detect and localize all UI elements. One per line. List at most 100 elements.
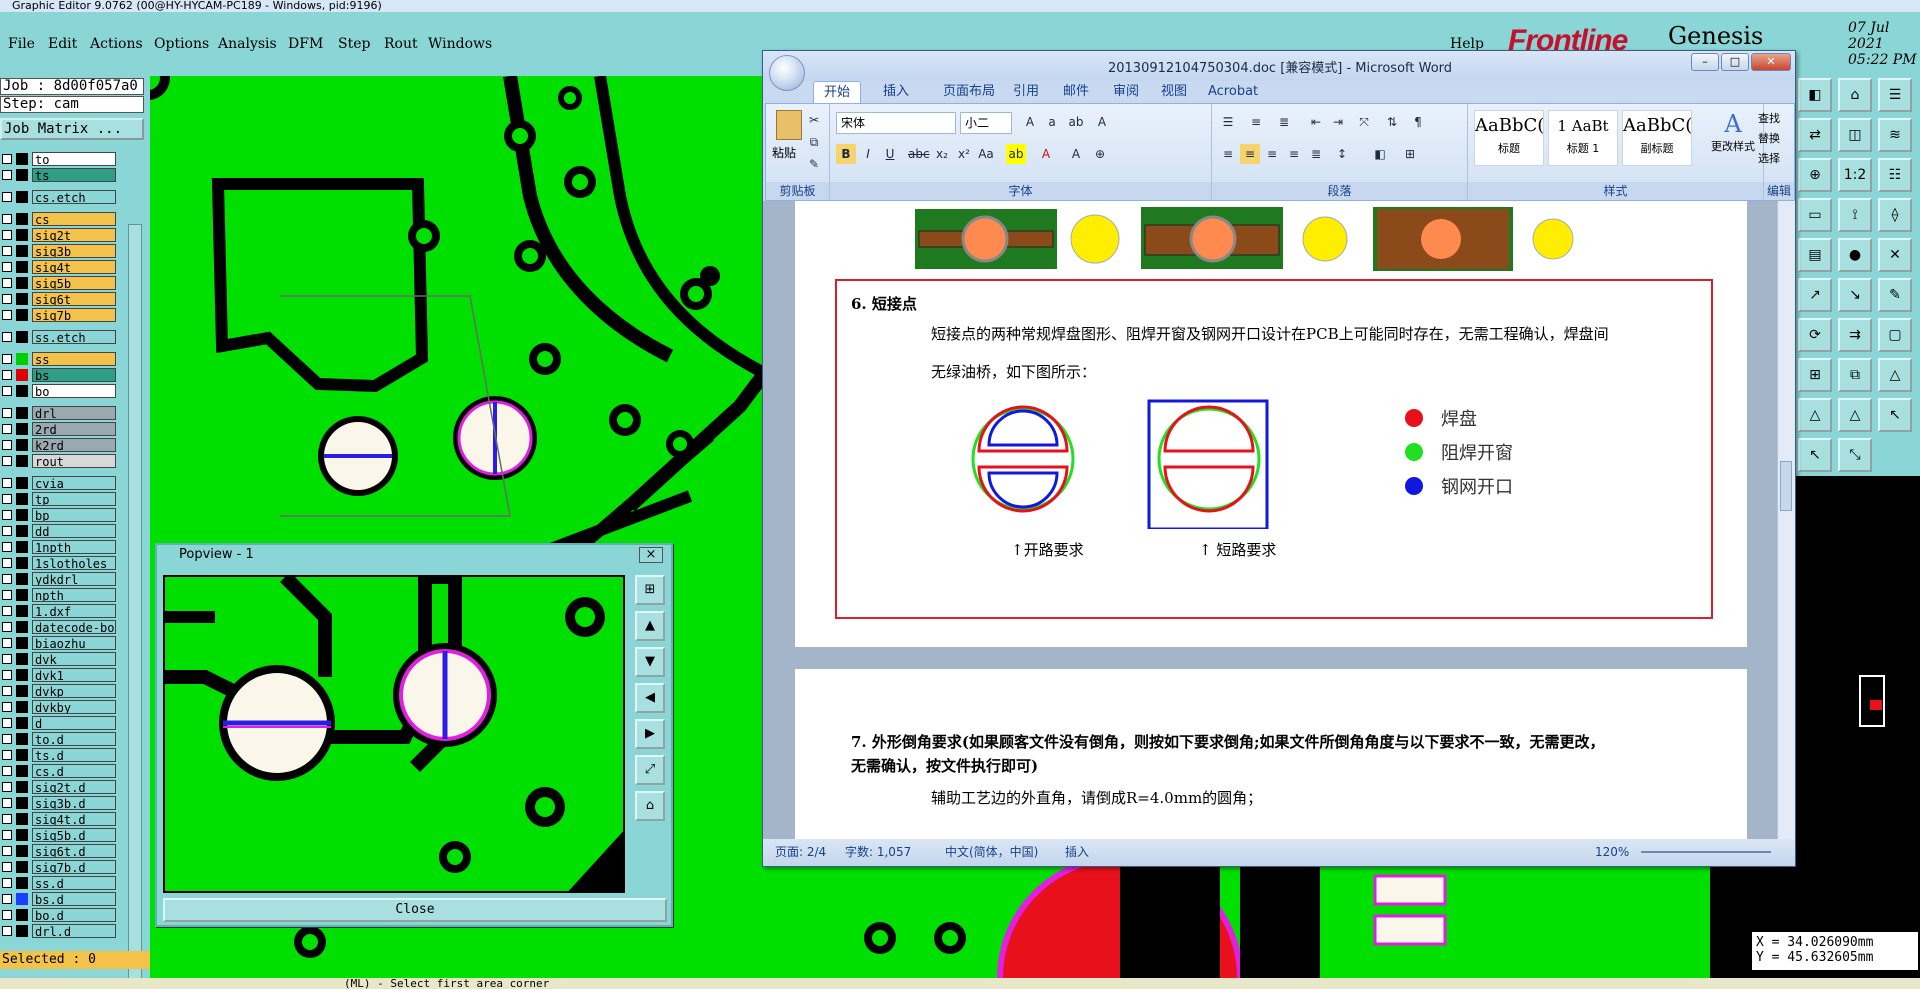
layer-color-swatch[interactable] — [16, 685, 28, 697]
underline-icon[interactable]: U — [880, 144, 900, 164]
font-size-select[interactable]: 小二 — [960, 112, 1012, 134]
justify-icon[interactable]: ≡ — [1284, 144, 1304, 164]
bold-icon[interactable]: B — [836, 144, 856, 164]
layer-checkbox[interactable] — [2, 910, 12, 920]
layer-checkbox[interactable] — [2, 440, 12, 450]
layer-name[interactable]: sig5b.d — [32, 828, 116, 842]
layer-row[interactable]: dvkby — [0, 700, 118, 714]
layer-name[interactable]: tp — [32, 492, 116, 506]
layer-name[interactable]: 1npth — [32, 540, 116, 554]
layer-color-swatch[interactable] — [16, 493, 28, 505]
layer-checkbox[interactable] — [2, 606, 12, 616]
layer-row[interactable]: dvkp — [0, 684, 118, 698]
layer-name[interactable]: biaozhu — [32, 636, 116, 650]
rect-icon[interactable]: ▭ — [1798, 198, 1832, 232]
format-painter-icon[interactable]: ✎ — [804, 154, 824, 174]
layer-row[interactable]: sig7b — [0, 308, 118, 322]
layer-row[interactable]: cvia — [0, 476, 118, 490]
layer-row[interactable]: bo — [0, 384, 118, 398]
tab-home[interactable]: 开始 — [813, 81, 862, 103]
layer-color-swatch[interactable] — [16, 653, 28, 665]
layer-color-swatch[interactable] — [16, 557, 28, 569]
layer-name[interactable]: cs.d — [32, 764, 116, 778]
multilevel-icon[interactable]: ≣ — [1274, 112, 1294, 132]
layer-checkbox[interactable] — [2, 894, 12, 904]
layer-color-swatch[interactable] — [16, 169, 28, 181]
increase-indent-icon[interactable]: ⇥ — [1328, 112, 1348, 132]
highlight-icon[interactable]: ab — [1006, 144, 1026, 164]
popview-pan-left-icon[interactable]: ◀ — [635, 683, 665, 713]
arc-icon[interactable]: ↗ — [1798, 278, 1832, 312]
layer-checkbox[interactable] — [2, 354, 12, 364]
layer-name[interactable]: 2rd — [32, 422, 116, 436]
subscript-icon[interactable]: x₂ — [932, 144, 952, 164]
layer-checkbox[interactable] — [2, 332, 12, 342]
grow-font-icon[interactable]: A — [1020, 112, 1040, 132]
layer-checkbox[interactable] — [2, 590, 12, 600]
layer-color-swatch[interactable] — [16, 925, 28, 937]
layer-name[interactable]: sig5b — [32, 276, 116, 290]
layer-row[interactable]: ss.etch — [0, 330, 118, 344]
shading-icon[interactable]: ◧ — [1370, 144, 1390, 164]
numbering-icon[interactable]: ≡ — [1246, 112, 1266, 132]
layer-color-swatch[interactable] — [16, 153, 28, 165]
triangle3-icon[interactable]: △ — [1838, 398, 1872, 432]
pointer2-icon[interactable]: ↖ — [1798, 438, 1832, 472]
layer-name[interactable]: datecode-bo — [32, 620, 116, 634]
layer-checkbox[interactable] — [2, 686, 12, 696]
measure2-icon[interactable]: ⟠ — [1878, 198, 1912, 232]
layer-name[interactable]: dvkby — [32, 700, 116, 714]
layer-checkbox[interactable] — [2, 622, 12, 632]
layer-row[interactable]: cs.etch — [0, 190, 118, 204]
shrink-font-icon[interactable]: a — [1042, 112, 1062, 132]
grid-icon[interactable]: ☷ — [1878, 158, 1912, 192]
layer-color-swatch[interactable] — [16, 877, 28, 889]
layer-color-swatch[interactable] — [16, 439, 28, 451]
layer-name[interactable]: cvia — [32, 476, 116, 490]
layer-row[interactable]: sig7b.d — [0, 860, 118, 874]
paste-icon[interactable] — [776, 110, 802, 140]
layer-row[interactable]: rout — [0, 454, 118, 468]
layer-checkbox[interactable] — [2, 814, 12, 824]
layer-checkbox[interactable] — [2, 526, 12, 536]
layer-name[interactable]: 1.dxf — [32, 604, 116, 618]
popview-close-icon[interactable]: × — [639, 547, 663, 563]
popview-zoom-icon[interactable]: ⊞ — [635, 575, 665, 605]
layer-color-swatch[interactable] — [16, 369, 28, 381]
measure-icon[interactable]: ⟟ — [1838, 198, 1872, 232]
layer-name[interactable]: sig4t.d — [32, 812, 116, 826]
layer-color-swatch[interactable] — [16, 331, 28, 343]
layer-row[interactable]: biaozhu — [0, 636, 118, 650]
layer-row[interactable]: ydkdrl — [0, 572, 118, 586]
layer-row[interactable]: ts.d — [0, 748, 118, 762]
layer-color-swatch[interactable] — [16, 733, 28, 745]
layer-checkbox[interactable] — [2, 278, 12, 288]
decrease-indent-icon[interactable]: ⇤ — [1306, 112, 1326, 132]
layer-color-swatch[interactable] — [16, 589, 28, 601]
layer-color-swatch[interactable] — [16, 309, 28, 321]
enclose-char-icon[interactable]: ⊕ — [1090, 144, 1110, 164]
layer-color-swatch[interactable] — [16, 797, 28, 809]
menu-actions[interactable]: Actions — [90, 36, 143, 52]
layer-name[interactable]: dvk — [32, 652, 116, 666]
italic-icon[interactable]: I — [858, 144, 878, 164]
cross-icon[interactable]: ✕ — [1878, 238, 1912, 272]
popview-canvas[interactable] — [163, 575, 625, 893]
distribute-icon[interactable]: ≣ — [1306, 144, 1326, 164]
layer-row[interactable]: datecode-bo — [0, 620, 118, 634]
menu-analysis[interactable]: Analysis — [218, 36, 277, 52]
layer-row[interactable]: bp — [0, 508, 118, 522]
layer-row[interactable]: dvk — [0, 652, 118, 666]
layer-color-swatch[interactable] — [16, 293, 28, 305]
layer-name[interactable]: to — [32, 152, 116, 166]
layer-color-swatch[interactable] — [16, 509, 28, 521]
layer-color-swatch[interactable] — [16, 213, 28, 225]
layer-row[interactable]: cs.d — [0, 764, 118, 778]
layer-color-swatch[interactable] — [16, 277, 28, 289]
scrollbar-thumb[interactable] — [1780, 461, 1792, 511]
line-spacing-icon[interactable]: ↕ — [1332, 144, 1352, 164]
layer-checkbox[interactable] — [2, 170, 12, 180]
phonetic-icon[interactable]: ab — [1066, 112, 1086, 132]
layer-name[interactable]: sig7b — [32, 308, 116, 322]
layer-row[interactable]: dvk1 — [0, 668, 118, 682]
